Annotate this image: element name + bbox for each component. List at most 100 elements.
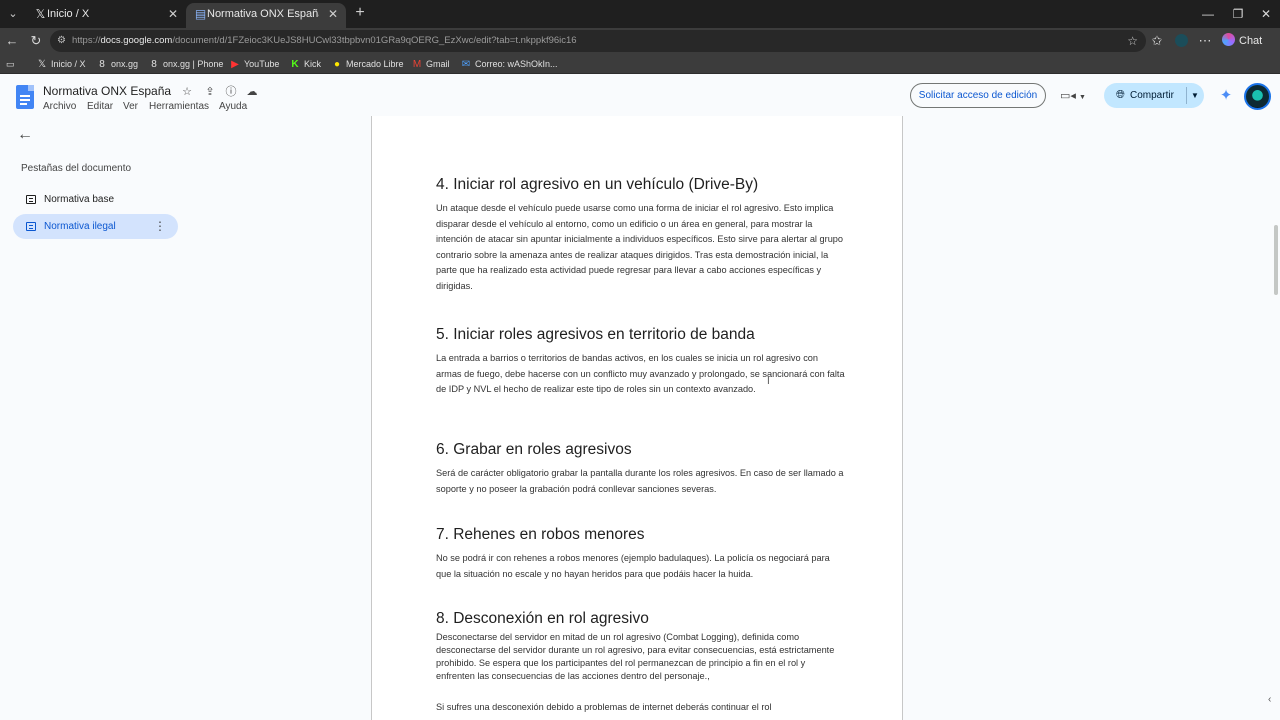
bookmark-label: Inicio / X [51,59,86,69]
document-tab-icon [26,195,36,204]
section-5: 5. Iniciar roles agresivos en territorio… [436,326,846,398]
bookmark-label: Mercado Libre [346,59,404,69]
section-heading: 5. Iniciar roles agresivos en territorio… [436,326,755,343]
onx-logo-icon: 8 [151,59,157,70]
restore-window-icon[interactable]: ❐ [1229,5,1247,23]
x-logo-icon: 𝕏 [35,7,46,21]
close-tab-icon[interactable]: ✕ [168,3,178,25]
profile-avatar-icon[interactable] [1172,32,1190,50]
section-body: Será de carácter obligatorio grabar la p… [436,468,844,494]
kick-icon: K [291,59,299,70]
bookmark-mercado-libre[interactable]: ● Mercado Libre [331,57,404,71]
menu-editar[interactable]: Editar [87,101,113,112]
gemini-sparkle-icon[interactable]: ✦ [1217,87,1235,105]
account-avatar[interactable] [1244,83,1271,110]
sidebar-heading: Pestañas del documento [21,163,132,174]
bookmark-label: onx.gg [111,59,139,69]
browser-tab-strip: ⌄ 𝕏 Inicio / X ✕ ▤ Normativa ONX España … [0,0,1280,28]
bookmark-label: Kick [304,59,322,69]
outlook-icon: ✉ [461,59,471,70]
bookmark-star-icon[interactable]: ☆ [1127,30,1138,52]
section-6: 6. Grabar en roles agresivos Será de car… [436,441,846,497]
bookmark-kick[interactable]: K Kick [289,57,321,71]
url-host: docs.google.com [100,35,173,46]
section-body: No se podrá ir con rehenes a robos menor… [436,553,830,579]
mercado-libre-icon: ● [333,59,341,70]
menu-ver[interactable]: Ver [123,101,138,112]
scrollbar-thumb[interactable] [1274,225,1278,295]
menu-ayuda[interactable]: Ayuda [219,101,247,112]
expand-arrow-icon[interactable]: ‹ [1268,694,1271,705]
more-vert-icon[interactable]: ⋮ [154,214,166,239]
section-body: La entrada a barrios o territorios de ba… [436,353,845,394]
browser-tab-normativa[interactable]: ▤ Normativa ONX España - Docume ✕ [186,3,346,28]
favorites-icon[interactable]: ✩ [1148,32,1166,50]
star-icon[interactable]: ☆ [180,85,194,99]
google-docs-icon: ▤ [194,7,207,21]
sidebar-tab-label: Normativa base [44,194,115,205]
globe-icon: 🌐︎ [1116,89,1125,101]
reading-list-icon[interactable]: ▭ [6,57,15,71]
close-tab-icon[interactable]: ✕ [328,3,338,25]
bookmark-youtube[interactable]: ▶ YouTube [229,57,279,71]
text-cursor-icon: I [767,376,770,387]
document-status-info-icon[interactable]: ⓘ [224,85,238,99]
close-window-icon[interactable]: ✕ [1257,5,1275,23]
tab-title: Inicio / X [47,8,90,20]
onx-logo-icon: 8 [99,59,105,70]
divider [1186,87,1187,104]
section-8: 8. Desconexión en rol agresivo Desconect… [436,610,846,714]
menu-archivo[interactable]: Archivo [43,101,76,112]
google-docs-logo-icon[interactable] [16,85,34,109]
address-bar[interactable]: ⚙ https://docs.google.com/document/d/1FZ… [50,30,1146,52]
bookmark-label: Correo: wAShOkIn... [475,59,558,69]
section-heading: 6. Grabar en roles agresivos [436,441,632,458]
move-folder-icon[interactable]: ⇪ [203,85,217,99]
menu-herramientas[interactable]: Herramientas [149,101,209,112]
gmail-icon: M [412,59,422,70]
section-body-continued: Si sufres una desconexión debido a probl… [436,702,772,712]
section-body: Un ataque desde el vehículo puede usarse… [436,203,844,291]
bookmark-onx-phone[interactable]: 8 onx.gg | Phone [148,57,223,71]
browser-toolbar: ← ↻ ⚙ https://docs.google.com/document/d… [0,28,1280,54]
site-info-icon[interactable]: ⚙ [57,30,66,52]
section-4: 4. Iniciar rol agresivo en un vehículo (… [436,176,846,294]
bookmark-correo[interactable]: ✉ Correo: wAShOkIn... [460,57,558,71]
reload-icon[interactable]: ↻ [27,32,45,50]
section-heading: 7. Rehenes en robos menores [436,526,645,543]
browser-tab-inicio-x[interactable]: 𝕏 Inicio / X ✕ [26,3,186,28]
share-label: Compartir [1130,90,1174,101]
copilot-icon [1222,33,1235,46]
back-arrow-icon[interactable]: ← [3,32,21,50]
back-arrow-icon[interactable]: ← [16,126,34,144]
sidebar-tab-normativa-ilegal[interactable]: Normativa ilegal ⋮ [13,214,178,239]
sidebar-tab-normativa-base[interactable]: Normativa base [13,187,178,212]
share-button[interactable]: 🌐︎ Compartir ▼ [1104,83,1204,108]
minimize-window-icon[interactable]: — [1199,5,1217,23]
new-tab-plus-icon[interactable]: + [352,3,368,23]
url-prefix: https:// [72,35,101,46]
youtube-icon: ▶ [231,59,239,70]
docs-header: Normativa ONX España ☆ ⇪ ⓘ ☁ Archivo Edi… [0,75,1280,116]
section-body: Desconectarse del servidor en mitad de u… [436,632,835,681]
chevron-down-icon[interactable]: ▼ [1191,83,1199,108]
cloud-saved-icon[interactable]: ☁ [245,85,259,99]
section-heading: 4. Iniciar rol agresivo en un vehículo (… [436,176,759,193]
document-canvas: 4. Iniciar rol agresivo en un vehículo (… [371,116,1276,720]
bookmark-label: onx.gg | Phone [163,59,224,69]
document-title[interactable]: Normativa ONX España [43,84,171,98]
chevron-down-icon: ▼ [1078,94,1086,101]
url-path: /document/d/1FZeioc3KUeJS8HUCwl33tbpbvn0… [172,35,577,46]
request-edit-access-button[interactable]: Solicitar acceso de edición [910,83,1046,108]
tab-search-chevron-icon[interactable]: ⌄ [4,4,22,24]
chat-button[interactable]: Chat [1222,32,1274,50]
bookmark-inicio-x[interactable]: 𝕏 Inicio / X [36,57,86,71]
document-page[interactable]: 4. Iniciar rol agresivo en un vehículo (… [371,116,903,720]
bookmark-onx-gg[interactable]: 8 onx.gg [96,57,138,71]
meet-video-icon[interactable]: ▭◂ ▼ [1060,87,1090,105]
bookmark-gmail[interactable]: M Gmail [411,57,450,71]
document-tabs-sidebar: ← Pestañas del documento Normativa base … [0,116,371,720]
section-7: 7. Rehenes en robos menores No se podrá … [436,526,846,582]
section-heading: 8. Desconexión en rol agresivo [436,610,649,627]
more-options-icon[interactable]: ⋯ [1196,32,1214,50]
